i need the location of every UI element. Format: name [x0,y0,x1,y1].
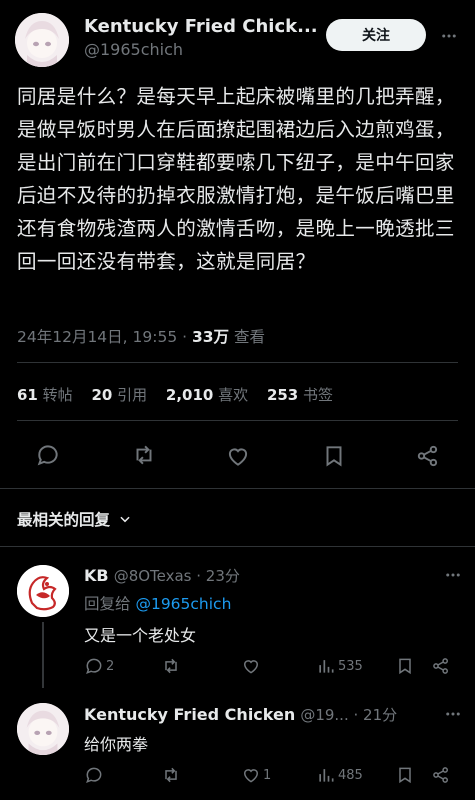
post-timestamp[interactable]: 24年12月14日, 19:55 · [17,328,187,346]
share-icon[interactable] [415,443,441,469]
stats-row: 61 转帖 20 引用 2,010 喜欢 253 书签 [17,384,333,405]
quotes-stat[interactable]: 20 引用 [91,386,147,404]
like-icon[interactable] [225,443,251,469]
bookmarks-stat[interactable]: 253 书签 [267,386,333,404]
reply-author-name[interactable]: KB [84,566,109,585]
likes-count: 2,010 [165,386,214,404]
reposts-label: 转帖 [42,386,73,404]
repost-icon[interactable] [161,765,181,785]
views-action[interactable]: 535 [316,656,363,676]
reply-avatar[interactable] [17,565,69,617]
reply-to-handle-link[interactable]: @1965chich [135,595,231,613]
reply-to-line: 回复给 @1965chich [84,592,231,614]
repost-icon[interactable] [131,442,157,468]
likes-label: 喜欢 [218,386,249,404]
reply-text: 又是一个老处女 [84,626,197,645]
reply-text: 给你两拳 [84,735,149,754]
reply-avatar[interactable] [17,703,69,755]
reply-icon[interactable] [84,765,104,785]
author-name[interactable]: Kentucky Fried Chick... [84,16,318,37]
chevron-down-icon [118,512,132,526]
views-count: 33万 [191,328,230,346]
share-icon[interactable] [431,765,451,785]
reply-author-handle[interactable]: @8OTexas · 23分 [114,567,240,585]
likes-stat[interactable]: 2,010 喜欢 [166,386,248,404]
repost-icon[interactable] [161,656,181,676]
reply-header: KB @8OTexas · 23分 [84,565,240,586]
post-timestamp-row: 24年12月14日, 19:55 · 33万 查看 [17,325,265,347]
divider [17,362,458,363]
follow-button[interactable]: 关注 [326,19,426,51]
views-icon [316,656,336,676]
share-icon[interactable] [431,656,451,676]
replies-sort-dropdown[interactable]: 最相关的回复 [17,508,132,530]
views-action[interactable]: 485 [316,765,363,785]
reply-header: Kentucky Fried Chicken @19... · 21分 [84,704,397,725]
divider [0,488,475,489]
reply-count: 2 [106,658,115,674]
more-options-icon[interactable] [440,27,458,45]
like-count: 1 [263,767,272,783]
more-options-icon[interactable] [444,566,462,584]
bookmark-icon[interactable] [395,765,415,785]
bookmark-icon[interactable] [395,656,415,676]
views-count: 535 [338,658,363,674]
author-avatar[interactable] [15,13,69,67]
like-icon [241,765,261,785]
views-icon [316,765,336,785]
post-text: 同居是什么？是每天早上起床被嘴里的几把弄醒，是做早饭时男人在后面撩起围裙边后入边… [17,85,455,273]
quotes-count: 20 [91,386,113,404]
quotes-label: 引用 [117,386,148,404]
views-label: 查看 [234,328,266,346]
divider [0,546,475,547]
like-icon[interactable] [241,656,261,676]
like-action[interactable]: 1 [241,765,271,785]
reply-icon[interactable] [35,442,61,468]
views-count: 485 [338,767,363,783]
bookmarks-count: 253 [266,386,299,404]
reply-action[interactable]: 2 [84,656,114,676]
author-handle[interactable]: @1965chich [84,40,183,59]
bookmarks-label: 书签 [303,386,334,404]
bookmark-icon[interactable] [321,443,347,469]
divider [17,420,458,421]
reply-author-name[interactable]: Kentucky Fried Chicken [84,705,295,724]
reply-icon [84,656,104,676]
reply-to-prefix: 回复给 [84,595,131,613]
reposts-count: 61 [17,386,38,404]
reposts-stat[interactable]: 61 转帖 [17,386,73,404]
reply-thread-line [42,622,44,688]
more-options-icon[interactable] [444,705,462,723]
replies-sort-label: 最相关的回复 [17,511,111,529]
reply-author-handle[interactable]: @19... · 21分 [300,706,397,724]
